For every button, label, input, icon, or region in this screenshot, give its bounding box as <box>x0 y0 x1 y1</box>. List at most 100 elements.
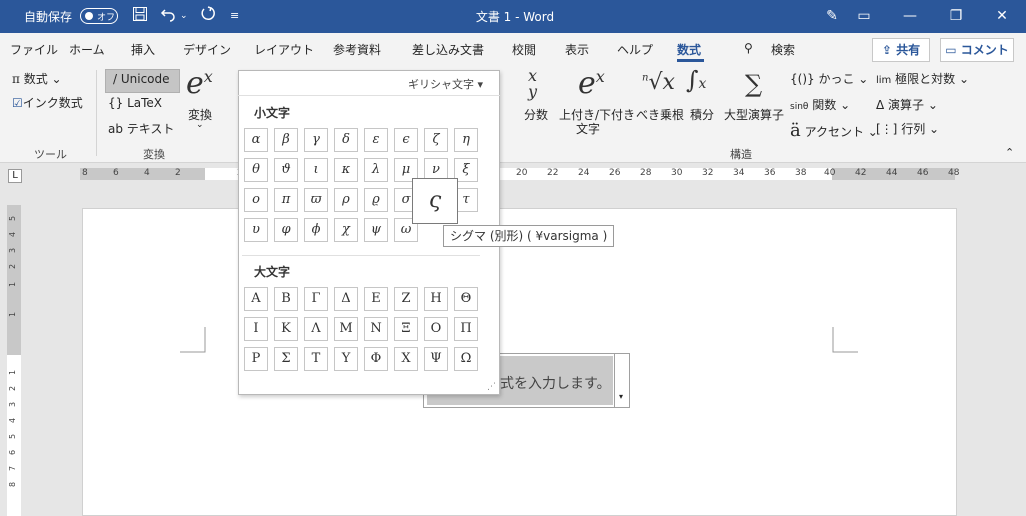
radical-icon[interactable]: n√x <box>642 70 675 95</box>
symbol-button[interactable]: Ξ <box>394 317 418 341</box>
symbol-button[interactable]: Θ <box>454 287 478 311</box>
equation-button[interactable]: π 数式 ⌄ <box>12 70 62 87</box>
tab-selector[interactable]: L <box>8 169 22 183</box>
large-operator-icon[interactable]: ∑ <box>745 70 762 98</box>
minimize-icon[interactable]: — <box>896 4 924 28</box>
symbol-button[interactable]: κ <box>334 158 358 182</box>
ribbon-display-icon[interactable]: ▭ <box>850 4 878 28</box>
symbol-button[interactable]: β <box>274 128 298 152</box>
symbol-button[interactable]: Α <box>244 287 268 311</box>
collapse-ribbon-icon[interactable]: ⌃ <box>1005 146 1014 159</box>
symbol-button-hovered[interactable]: ς <box>412 178 458 224</box>
symbol-button[interactable]: Ο <box>424 317 448 341</box>
tab-help[interactable]: ヘルプ <box>617 41 653 58</box>
symbol-button[interactable]: Χ <box>394 347 418 371</box>
share-button[interactable]: ⇪ 共有 <box>872 38 930 62</box>
search-icon[interactable]: ⚲ <box>744 41 753 55</box>
bracket-button[interactable]: {()} かっこ ⌄ <box>790 70 868 87</box>
operator-button[interactable]: Δ 演算子 ⌄ <box>876 96 938 113</box>
latex-button[interactable]: {} LaTeX <box>108 96 162 110</box>
symbol-button[interactable]: Π <box>454 317 478 341</box>
script-icon[interactable]: ex <box>578 66 605 101</box>
integral-icon[interactable]: ∫x <box>686 66 706 94</box>
restore-icon[interactable]: ❐ <box>942 4 970 28</box>
symbol-button[interactable]: Ρ <box>244 347 268 371</box>
function-button[interactable]: sinθ 関数 ⌄ <box>790 96 850 113</box>
symbol-button[interactable]: Ψ <box>424 347 448 371</box>
symbol-button[interactable]: ϑ <box>274 158 298 182</box>
symbol-button[interactable]: Μ <box>334 317 358 341</box>
symbol-button[interactable]: Τ <box>304 347 328 371</box>
text-button[interactable]: ab テキスト <box>108 120 174 137</box>
symbol-button[interactable]: Ω <box>454 347 478 371</box>
symbol-button[interactable]: ε <box>364 128 388 152</box>
redo-icon[interactable] <box>198 6 216 26</box>
undo-dropdown-icon[interactable]: ⌄ <box>180 6 188 26</box>
pen-icon[interactable]: ✎ <box>818 4 846 28</box>
tab-references[interactable]: 参考資料 <box>333 41 381 58</box>
tab-mailings[interactable]: 差し込み文書 <box>412 41 484 58</box>
symbol-button[interactable]: Ε <box>364 287 388 311</box>
symbol-button[interactable]: ϵ <box>394 128 418 152</box>
convert-icon[interactable]: ex <box>186 66 213 101</box>
resize-grip-icon[interactable]: ⋰ <box>487 382 496 392</box>
tab-file[interactable]: ファイル <box>10 41 58 58</box>
symbol-button[interactable]: ϖ <box>304 188 328 212</box>
symbol-button[interactable]: ρ <box>334 188 358 212</box>
large-operator-button[interactable]: 大型演算子 <box>724 106 784 123</box>
radical-button[interactable]: べき乗根 <box>636 106 684 123</box>
symbol-button[interactable]: υ <box>244 218 268 242</box>
tab-review[interactable]: 校閲 <box>512 41 536 58</box>
tab-design[interactable]: デザイン <box>183 41 231 58</box>
symbol-button[interactable]: Δ <box>334 287 358 311</box>
symbol-button[interactable]: Γ <box>304 287 328 311</box>
autosave-toggle[interactable]: オフ <box>80 8 118 24</box>
symbol-button[interactable]: θ <box>244 158 268 182</box>
symbol-button[interactable]: Ν <box>364 317 388 341</box>
symbol-button[interactable]: δ <box>334 128 358 152</box>
tab-insert[interactable]: 挿入 <box>131 41 155 58</box>
ruler-number: 44 <box>886 168 898 178</box>
symbol-button[interactable]: ϕ <box>304 218 328 242</box>
symbol-button[interactable]: ζ <box>424 128 448 152</box>
customize-qat-icon[interactable]: ≡ <box>230 6 239 26</box>
symbol-button[interactable]: χ <box>334 218 358 242</box>
undo-icon[interactable] <box>160 6 178 26</box>
symbol-button[interactable]: Φ <box>364 347 388 371</box>
symbol-button[interactable]: γ <box>304 128 328 152</box>
symbol-button[interactable]: Υ <box>334 347 358 371</box>
symbol-button[interactable]: ψ <box>364 218 388 242</box>
symbol-button[interactable]: Β <box>274 287 298 311</box>
symbol-button[interactable]: ο <box>244 188 268 212</box>
ink-equation-button[interactable]: ☑インク数式 <box>12 94 83 111</box>
comment-button[interactable]: ▭ コメント <box>940 38 1014 62</box>
symbol-button[interactable]: Ζ <box>394 287 418 311</box>
symbol-button[interactable]: Η <box>424 287 448 311</box>
symbol-button[interactable]: Λ <box>304 317 328 341</box>
integral-button[interactable]: 積分 <box>690 106 714 123</box>
tab-layout[interactable]: レイアウト <box>254 41 314 58</box>
tab-view[interactable]: 表示 <box>565 41 589 58</box>
accent-button[interactable]: ä アクセント ⌄ <box>790 120 878 141</box>
symbol-button[interactable]: π <box>274 188 298 212</box>
equation-options-handle[interactable]: ▾ <box>614 354 629 407</box>
symbol-button[interactable]: Σ <box>274 347 298 371</box>
save-icon[interactable] <box>132 6 148 26</box>
close-icon[interactable]: ✕ <box>988 4 1016 28</box>
tab-home[interactable]: ホーム <box>69 41 105 58</box>
symbol-button[interactable]: ι <box>304 158 328 182</box>
symbol-category-dropdown[interactable]: ギリシャ文字 ▾ <box>408 76 483 92</box>
symbol-button[interactable]: Κ <box>274 317 298 341</box>
limit-button[interactable]: lim 極限と対数 ⌄ <box>876 70 969 87</box>
symbol-button[interactable]: ϱ <box>364 188 388 212</box>
symbol-button[interactable]: η <box>454 128 478 152</box>
fraction-button[interactable]: 分数 <box>524 106 548 123</box>
symbol-button[interactable]: φ <box>274 218 298 242</box>
fraction-icon[interactable]: xy <box>528 68 537 100</box>
symbol-button[interactable]: λ <box>364 158 388 182</box>
symbol-button[interactable]: α <box>244 128 268 152</box>
matrix-button[interactable]: [⋮] 行列 ⌄ <box>876 120 939 137</box>
symbol-button[interactable]: Ι <box>244 317 268 341</box>
search-label[interactable]: 検索 <box>771 41 795 58</box>
tab-equation[interactable]: 数式 <box>677 41 701 58</box>
